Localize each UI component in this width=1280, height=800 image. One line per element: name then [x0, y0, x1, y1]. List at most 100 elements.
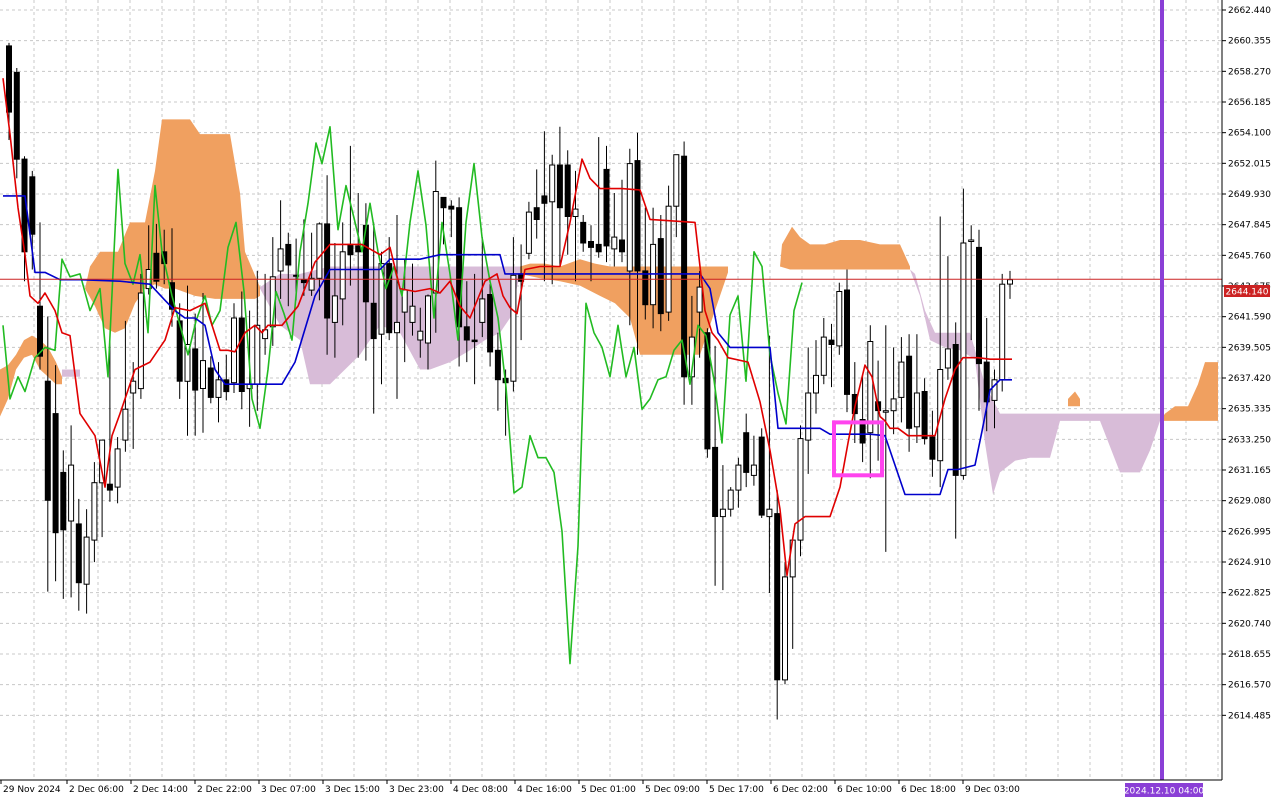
candle-body-bullish	[665, 205, 672, 313]
x-tick-label: 29 Nov 2024	[3, 785, 61, 795]
x-tick-label: 3 Dec 15:00	[325, 785, 380, 795]
candle-body-bearish	[192, 348, 199, 391]
candle-body-bearish	[588, 241, 594, 248]
candle-body-bullish	[898, 361, 905, 398]
candle-body-bearish	[603, 168, 610, 247]
candle-body-bearish	[153, 252, 160, 282]
candle-body-bullish	[999, 283, 1006, 381]
candle-body-bullish	[727, 489, 734, 510]
candle-body-bearish	[29, 176, 36, 235]
candle-body-bearish	[463, 326, 470, 341]
price-chart[interactable]: 2662.440 2660.355 2658.270 2656.185 2654.100…	[0, 0, 1280, 800]
candle-body-bullish	[890, 398, 897, 412]
y-tick-label: 2626.995	[1228, 527, 1271, 537]
candle-body-bearish	[285, 243, 292, 266]
candle-body-bearish	[370, 302, 377, 340]
candle-body-bearish	[712, 446, 719, 517]
y-tick-label: 2660.355	[1228, 37, 1271, 47]
y-tick-label: 2637.420	[1228, 374, 1271, 384]
candle-body-bearish	[355, 245, 362, 253]
candle-body-bearish	[906, 355, 913, 429]
candle-body-bullish	[735, 464, 742, 491]
candle-body-bullish	[200, 360, 206, 390]
candle-body-bearish	[37, 305, 43, 357]
y-tick-label: 2647.845	[1228, 221, 1271, 231]
y-tick-label: 2662.440	[1228, 6, 1271, 16]
y-tick-label: 2633.250	[1228, 435, 1271, 445]
candle-body-bullish	[130, 380, 137, 394]
candle-body-bullish	[805, 392, 812, 441]
candle-body-bullish	[836, 291, 843, 347]
candle-body-bearish	[6, 45, 12, 113]
y-tick-label: 2645.760	[1228, 251, 1271, 261]
candle-body-bearish	[494, 349, 501, 381]
x-tick-label: 5 Dec 17:00	[709, 785, 764, 795]
x-tick-label: 6 Dec 10:00	[837, 785, 892, 795]
candle-body-bullish	[813, 374, 819, 394]
candle-body-bearish	[657, 238, 664, 315]
candle-body-bullish	[83, 536, 90, 585]
candle-body-bearish	[976, 246, 982, 365]
candle-body-bullish	[308, 277, 315, 291]
candle-body-bearish	[634, 160, 641, 272]
candle-body-bearish	[556, 164, 563, 209]
y-tick-label: 2618.655	[1228, 650, 1271, 660]
candle-body-bullish	[719, 508, 726, 518]
candle-body-bullish	[913, 392, 920, 428]
x-tick-label: 5 Dec 09:00	[645, 785, 700, 795]
candle-body-bullish	[611, 236, 618, 250]
x-tick-label: 4 Dec 08:00	[453, 785, 508, 795]
y-tick-label: 2622.825	[1228, 589, 1271, 599]
y-tick-label: 2616.570	[1228, 681, 1271, 691]
x-tick-label: 2 Dec 14:00	[133, 785, 188, 795]
candle-body-bullish	[882, 410, 889, 413]
x-tick-label: 9 Dec 03:00	[965, 785, 1020, 795]
candle-body-bearish	[758, 436, 765, 516]
candle-body-bullish	[867, 341, 874, 434]
candle-body-bullish	[525, 211, 532, 254]
candle-body-bullish	[425, 295, 431, 344]
y-tick-label: 2656.185	[1228, 98, 1271, 108]
candle-body-bullish	[339, 251, 346, 300]
y-tick-label: 2652.015	[1228, 159, 1271, 169]
candle-body-bullish	[331, 295, 338, 323]
candle-body-bearish	[487, 294, 494, 353]
candle-body-bullish	[417, 330, 424, 341]
candle-body-bullish	[766, 508, 773, 518]
candle-body-bullish	[782, 576, 788, 681]
candle-body-bearish	[13, 71, 20, 160]
candle-body-bearish	[580, 221, 587, 244]
candle-body-bullish	[122, 408, 129, 441]
y-tick-label: 2629.080	[1228, 497, 1271, 507]
y-tick-label: 2639.505	[1228, 343, 1271, 353]
candle-body-bearish	[844, 289, 850, 395]
y-tick-label: 2654.100	[1228, 129, 1271, 139]
x-tick-label: 4 Dec 16:00	[517, 785, 572, 795]
candle-body-bullish	[673, 154, 680, 207]
candle-body-bearish	[952, 344, 959, 476]
candle-body-bullish	[626, 163, 633, 272]
candle-body-bearish	[448, 205, 455, 210]
candle-body-bearish	[238, 317, 245, 392]
candle-body-bullish	[820, 336, 827, 376]
x-tick-label: 6 Dec 02:00	[773, 785, 828, 795]
chart-background	[0, 0, 1280, 800]
candle-body-bullish	[750, 464, 757, 476]
kumo-bearish-area	[62, 369, 80, 377]
candle-body-bearish	[828, 339, 835, 346]
candle-body-bearish	[300, 279, 307, 284]
y-tick-label: 2649.930	[1228, 190, 1271, 200]
candle-body-bearish	[223, 379, 230, 393]
x-tick-label: 2 Dec 22:00	[197, 785, 252, 795]
candle-body-bullish	[549, 164, 556, 203]
candle-body-bearish	[347, 243, 354, 256]
candle-body-bearish	[642, 270, 649, 306]
candle-body-bullish	[215, 379, 222, 398]
candle-body-bullish	[572, 208, 579, 218]
candle-body-bearish	[929, 436, 936, 460]
y-tick-label: 2658.270	[1228, 67, 1271, 77]
x-tick-label: 3 Dec 23:00	[389, 785, 444, 795]
x-tick-label: 2 Dec 06:00	[69, 785, 124, 795]
candle-body-bearish	[541, 195, 548, 204]
candle-body-bearish	[743, 432, 750, 473]
